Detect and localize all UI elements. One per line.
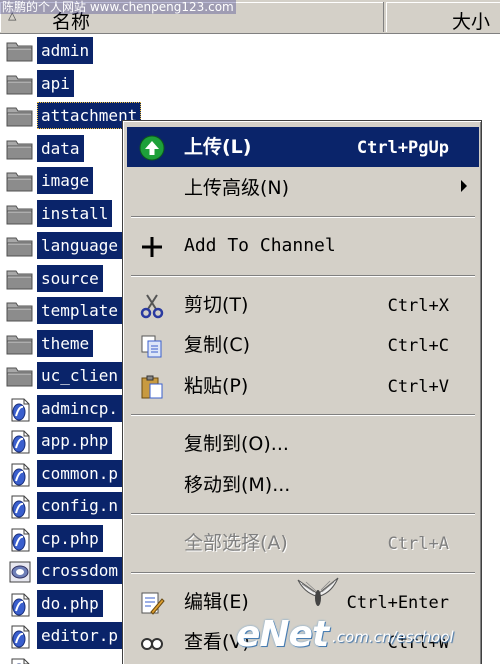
file-name: install [37, 199, 113, 227]
site-watermark: 陈鹏的个人网站 www.chenpeng123.com [0, 0, 236, 14]
folder-icon [6, 73, 34, 95]
folder-icon [6, 268, 34, 290]
submenu-arrow-icon [461, 179, 467, 192]
enet-watermark-logo: eNet .com.cn/eschool [236, 577, 500, 664]
view-icon [139, 630, 165, 656]
menu-item-label: 上传高级(N) [184, 176, 290, 199]
size-column-header[interactable]: 大小 [386, 2, 500, 33]
php-file-icon [6, 658, 34, 664]
file-name: crossdom [37, 557, 123, 584]
file-name: language [37, 232, 123, 259]
file-name: admincp. [37, 394, 123, 422]
copy-icon [139, 333, 165, 359]
paste-icon [139, 374, 165, 400]
php-file-icon [6, 463, 34, 486]
menu-item-label: 复制(C) [184, 334, 251, 356]
file-name: editor.p [37, 622, 123, 649]
file-name: source [37, 264, 103, 292]
file-name: theme [37, 329, 94, 357]
menu-item-item-12: 全部选择(A) Ctrl+A [127, 523, 479, 563]
plus-icon [139, 234, 165, 260]
menu-separator [131, 414, 475, 416]
menu-item-label: Add To Channel [184, 235, 336, 256]
php-file-icon [6, 593, 34, 616]
menu-item-shortcut: Ctrl+X [387, 295, 449, 316]
menu-item-item-10[interactable]: 移动到(M)... [127, 465, 479, 505]
menu-item-plus[interactable]: Add To Channel [127, 226, 479, 266]
folder-icon [6, 300, 34, 322]
menu-item-shortcut: Ctrl+C [387, 336, 449, 356]
menu-item-shortcut: Ctrl+A [387, 534, 449, 554]
menu-item-paste[interactable]: 粘贴(P) Ctrl+V [127, 366, 479, 406]
menu-item-label: 全部选择(A) [184, 532, 288, 554]
menu-item-item-1[interactable]: 上传高级(N) [127, 168, 479, 208]
menu-item-label: 复制到(O)... [184, 433, 289, 455]
folder-icon [6, 333, 34, 355]
menu-item-label: 剪切(T) [184, 293, 249, 316]
php-file-icon [6, 398, 34, 421]
php-file-icon [6, 528, 34, 551]
folder-icon [6, 365, 34, 387]
menu-separator [131, 216, 475, 218]
folder-icon [6, 40, 34, 62]
file-name: config.n [37, 492, 123, 519]
php-file-icon [6, 495, 34, 519]
file-name: api [37, 69, 74, 97]
file-name: cp.php [37, 524, 103, 552]
file-name: common.p [37, 459, 123, 487]
menu-item-copy[interactable]: 复制(C) Ctrl+C [127, 325, 479, 365]
menu-separator [131, 513, 475, 515]
menu-item-upload[interactable]: 上传(L) Ctrl+PgUp [127, 127, 479, 167]
menu-item-label: 粘贴(P) [184, 374, 249, 397]
file-name: admin [37, 37, 94, 64]
file-row[interactable]: admin [0, 34, 500, 67]
php-file-icon [6, 430, 34, 454]
folder-icon [6, 170, 34, 192]
folder-icon [6, 235, 34, 257]
menu-item-label: 上传(L) [184, 136, 252, 158]
file-row[interactable]: api [0, 67, 500, 100]
menu-item-scissors[interactable]: 剪切(T) Ctrl+X [127, 285, 479, 325]
edit-icon [139, 590, 165, 616]
folder-icon [6, 203, 34, 225]
file-name: app.php [37, 427, 113, 454]
xml-file-icon [6, 560, 34, 583]
folder-icon [6, 105, 34, 127]
size-column-label: 大小 [451, 11, 490, 33]
menu-item-shortcut: Ctrl+PgUp [356, 138, 449, 158]
menu-item-shortcut: Ctrl+V [387, 376, 449, 397]
file-name: template [37, 297, 123, 324]
scissors-icon [139, 293, 165, 319]
file-name: data [37, 134, 84, 162]
menu-separator [131, 571, 475, 574]
file-name: uc_clien [37, 362, 123, 389]
file-name: do.php [37, 589, 103, 617]
bird-icon [297, 577, 339, 606]
menu-item-item-9[interactable]: 复制到(O)... [127, 424, 479, 464]
menu-item-label: 移动到(M)... [184, 473, 291, 496]
enet-domain: .com.cn/eschool [332, 628, 454, 646]
folder-icon [6, 138, 34, 160]
upload-icon [139, 135, 165, 161]
menu-separator [131, 274, 475, 277]
file-name: image [37, 167, 94, 194]
enet-brand: eNet [236, 614, 329, 655]
php-file-icon [6, 625, 34, 649]
